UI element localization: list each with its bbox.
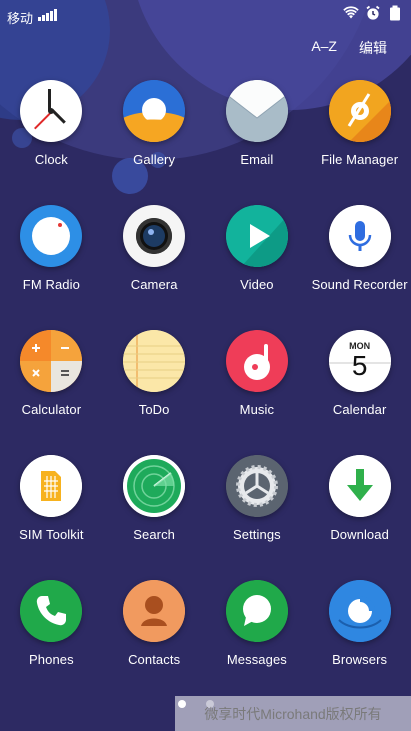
battery-icon [387,5,403,21]
app-label: Contacts [128,652,181,667]
app-download[interactable]: Download [308,455,411,549]
sort-a-z-button[interactable]: A–Z [311,38,337,58]
wifi-icon [343,5,359,21]
status-bar: 移动 [0,0,411,30]
app-label: Messages [226,652,287,667]
app-sim-toolkit[interactable]: SIM Toolkit [0,455,103,549]
app-label: Camera [130,277,178,292]
app-label: Phones [29,652,74,667]
app-calculator[interactable]: Calculator [0,330,103,424]
calendar-date: 5 [351,350,368,381]
calendar-icon: MON 5 [328,330,391,392]
sound-recorder-icon [328,205,391,267]
app-label: Sound Recorder [311,277,408,292]
app-contacts[interactable]: Contacts [103,580,206,674]
calculator-icon [20,330,83,392]
app-search[interactable]: Search [103,455,206,549]
app-email[interactable]: Email [206,80,309,174]
gallery-icon [123,80,186,142]
settings-icon [225,455,288,517]
app-browsers[interactable]: Browsers [308,580,411,674]
app-label: File Manager [321,152,399,167]
alarm-icon [365,5,381,21]
app-settings[interactable]: Settings [206,455,309,549]
phone-icon [20,580,83,642]
todo-icon [123,330,186,392]
app-label: Settings [232,527,281,542]
fm-radio-icon [20,205,83,267]
app-fm-radio[interactable]: FM Radio [0,205,103,299]
app-camera[interactable]: Camera [103,205,206,299]
app-gallery[interactable]: Gallery [103,80,206,174]
app-label: FM Radio [22,277,80,292]
app-label: Gallery [133,152,176,167]
video-icon [225,205,288,267]
email-icon [225,80,288,142]
signal-icon [38,9,57,21]
app-video[interactable]: Video [206,205,309,299]
app-todo[interactable]: ToDo [103,330,206,424]
app-label: Search [133,527,176,542]
app-file-manager[interactable]: File Manager [308,80,411,174]
app-label: Email [240,152,274,167]
search-icon [123,455,186,517]
music-icon [225,330,288,392]
app-label: Video [240,277,274,292]
camera-icon [123,205,186,267]
contacts-icon [123,580,186,642]
app-label: Download [330,527,389,542]
app-messages[interactable]: Messages [206,580,309,674]
app-clock[interactable]: Clock [0,80,103,174]
app-label: Calendar [332,402,387,417]
app-label: Calculator [21,402,82,417]
app-grid: Clock Gallery Email File Manager FM Radi… [0,80,411,674]
carrier-label: 移动 [7,11,34,26]
messages-icon [225,580,288,642]
sim-toolkit-icon [20,455,83,517]
app-phones[interactable]: Phones [0,580,103,674]
top-actions: A–Z 编辑 [311,38,387,58]
app-sound-recorder[interactable]: Sound Recorder [308,205,411,299]
app-label: Music [239,402,275,417]
download-icon [328,455,391,517]
app-music[interactable]: Music [206,330,309,424]
app-calendar[interactable]: MON 5 Calendar [308,330,411,424]
browser-icon [328,580,391,642]
app-label: ToDo [138,402,170,417]
watermark: 微享时代Microhand版权所有 [175,696,411,731]
clock-icon [20,80,83,142]
app-label: Browsers [332,652,388,667]
edit-button[interactable]: 编辑 [359,38,387,58]
app-label: Clock [34,152,68,167]
app-label: SIM Toolkit [19,527,84,542]
file-manager-icon [328,80,391,142]
